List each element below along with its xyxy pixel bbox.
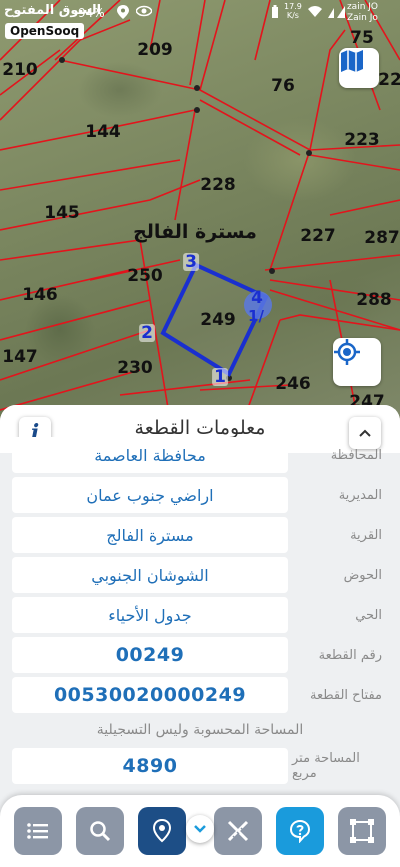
wifi-icon xyxy=(308,6,322,20)
menu-icon xyxy=(27,823,48,839)
parcel-key-label: مفتاح القطعة xyxy=(309,687,382,703)
plot-number: 22 xyxy=(378,70,400,90)
my-location-button[interactable] xyxy=(333,338,381,386)
area-label: المساحة متر مربع xyxy=(292,751,360,781)
info-row-governorate: محافظة العاصمة المحافظة xyxy=(12,437,388,473)
parcel-number-label: رقم القطعة xyxy=(318,647,382,663)
governorate-value: محافظة العاصمة xyxy=(12,437,288,473)
vertex-extra-label: 1/ xyxy=(248,307,264,325)
carrier-names: zain JO Zain Jo xyxy=(346,2,378,23)
area-value: 4890 xyxy=(12,748,288,784)
vertex-label-3: 3 xyxy=(183,252,199,272)
parcel-key-value: 00530020000249 xyxy=(12,677,288,713)
info-row-directorate: اراضي جنوب عمان المديرية xyxy=(12,477,388,513)
map-layers-button[interactable] xyxy=(339,48,379,88)
neighborhood-value: جدول الأحياء xyxy=(12,597,288,633)
neighborhood-label: الحي xyxy=(355,607,382,623)
parcel-number-value: 00249 xyxy=(12,637,288,673)
plot-number: 227 xyxy=(300,226,336,246)
parcel-location-button[interactable] xyxy=(138,807,186,855)
location-pin-icon xyxy=(152,819,172,843)
plot-number: 146 xyxy=(22,285,58,305)
info-row-parcel-key: 00530020000249 مفتاح القطعة xyxy=(12,677,388,713)
battery-percent: 94% xyxy=(78,6,105,20)
vertex-label-2: 2 xyxy=(139,323,155,343)
signal-icon xyxy=(326,6,346,21)
plot-number: 223 xyxy=(344,130,380,150)
draw-polygon-button[interactable] xyxy=(338,807,386,855)
network-speed: 17.9 K/s xyxy=(284,2,302,20)
vertex-label-4: 4 xyxy=(251,288,263,308)
plot-number: 147 xyxy=(2,347,38,367)
panel-title: معلومات القطعة xyxy=(134,417,266,439)
menu-button[interactable] xyxy=(14,807,62,855)
basin-value: الشوشان الجنوبي xyxy=(12,557,288,593)
measure-icon xyxy=(227,820,249,842)
village-value: مسترة الفالج xyxy=(12,517,288,553)
plot-number: 250 xyxy=(127,266,163,286)
info-row-area: 4890 المساحة متر مربع xyxy=(12,748,388,784)
info-row-parcel-number: 00249 رقم القطعة xyxy=(12,637,388,673)
info-row-neighborhood: جدول الأحياء الحي xyxy=(12,597,388,633)
directorate-value: اراضي جنوب عمان xyxy=(12,477,288,513)
brand-watermark: OpenSooq xyxy=(5,23,85,39)
info-row-village: مسترة الفالج القرية xyxy=(12,517,388,553)
village-label: مسترة الفالج xyxy=(133,221,257,243)
plot-number: 287 xyxy=(364,228,400,248)
plot-number: 230 xyxy=(117,358,153,378)
plot-number: 76 xyxy=(271,76,295,96)
map-icon xyxy=(341,50,363,72)
directorate-label: المديرية xyxy=(338,487,382,503)
plot-number: 144 xyxy=(85,122,121,142)
governorate-label: المحافظة xyxy=(330,447,382,463)
plot-number: 145 xyxy=(44,203,80,223)
map-view[interactable]: 209 75 210 22 76 144 223 228 145 227 287… xyxy=(0,0,400,430)
toolbar-toggle-button[interactable] xyxy=(186,815,214,843)
search-button[interactable] xyxy=(76,807,124,855)
plot-number: 75 xyxy=(350,28,374,48)
plot-number: 249 xyxy=(200,310,236,330)
info-row-basin: الشوشان الجنوبي الحوض xyxy=(12,557,388,593)
area-note: المساحة المحسوبة وليس التسجيلية xyxy=(96,722,304,738)
crosshair-icon xyxy=(334,339,360,365)
battery-icon xyxy=(271,5,279,22)
plot-number: 246 xyxy=(275,374,311,394)
plot-number: 288 xyxy=(356,290,392,310)
search-icon xyxy=(90,821,111,842)
plot-number: 228 xyxy=(200,175,236,195)
eye-icon xyxy=(135,5,153,20)
plot-number: 210 xyxy=(2,60,38,80)
polygon-icon xyxy=(350,819,374,843)
vertex-label-1: 1 xyxy=(212,367,228,387)
village-label-text: القرية xyxy=(350,527,382,543)
measure-button[interactable] xyxy=(214,807,262,855)
help-button[interactable] xyxy=(276,807,324,855)
help-icon xyxy=(289,819,311,843)
chevron-down-icon xyxy=(194,825,206,833)
basin-label: الحوض xyxy=(343,567,382,583)
plot-number: 209 xyxy=(137,40,173,60)
location-icon xyxy=(117,5,129,22)
